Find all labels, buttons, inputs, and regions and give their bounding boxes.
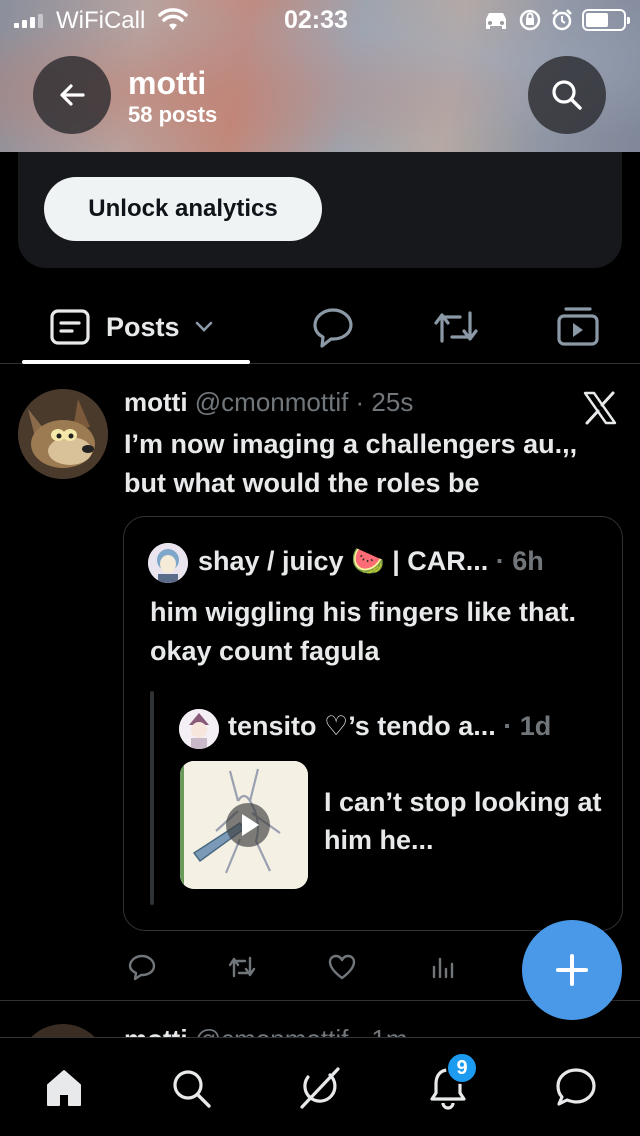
search-icon <box>552 80 582 110</box>
nested-quote-text: I can’t stop looking at him he... <box>324 787 602 855</box>
carrier-label: WiFiCall <box>56 7 146 34</box>
thread-line <box>150 691 154 905</box>
compose-button[interactable] <box>522 920 622 1020</box>
profile-tabs: Posts <box>0 290 640 364</box>
back-button[interactable] <box>33 56 111 134</box>
profile-header: WiFiCall 02:33 motti 58 posts <box>0 0 640 152</box>
anime-avatar-image <box>148 543 188 583</box>
reply-icon <box>313 308 353 348</box>
analytics-card: Unlock analytics <box>18 152 622 268</box>
profile-name: motti <box>128 65 207 101</box>
profile-title: motti 58 posts <box>128 66 217 128</box>
chevron-down-icon <box>195 321 212 332</box>
tab-reposts[interactable] <box>431 302 481 352</box>
active-tab-indicator <box>22 360 250 364</box>
nested-quote-meta: · 1d <box>495 711 552 741</box>
home-icon <box>47 1070 81 1106</box>
repost-icon <box>228 956 256 978</box>
post-count: 58 posts <box>128 102 218 127</box>
messages-icon <box>556 1068 596 1106</box>
nested-quote-avatar[interactable] <box>179 709 219 749</box>
quote-author-name: shay / juicy 🍉 | CAR... <box>198 546 489 576</box>
clock-time: 02:33 <box>284 6 348 34</box>
unlock-analytics-button[interactable]: Unlock analytics <box>44 177 322 241</box>
repost-icon <box>434 311 478 343</box>
nested-quote-author-name: tensito ♡’s tendo a... <box>228 711 496 741</box>
reply-icon <box>128 954 156 981</box>
arrow-left-icon <box>60 84 85 106</box>
post-text: I’m now imaging a challengers au.,, but … <box>124 429 578 498</box>
like-button[interactable] <box>324 949 360 985</box>
avatar[interactable] <box>18 389 108 479</box>
nav-search[interactable] <box>163 1060 219 1116</box>
author-name[interactable]: motti <box>124 387 188 417</box>
quoted-post[interactable]: shay / juicy 🍉 | CAR... · 6h him wigglin… <box>123 516 623 931</box>
post[interactable]: motti @cmonmottif · 25s I’m now imaging … <box>0 365 640 1001</box>
views-icon <box>432 957 454 979</box>
quote-meta: · 6h <box>488 546 544 576</box>
nav-notifications[interactable]: 9 <box>420 1052 478 1116</box>
quote-text: him wiggling his fingers like that. okay… <box>150 597 577 666</box>
coyote-avatar-image <box>18 389 108 479</box>
video-thumbnail-image <box>180 761 308 889</box>
notification-badge: 9 <box>446 1052 478 1084</box>
nav-messages[interactable] <box>548 1060 604 1116</box>
orientation-lock-icon <box>519 9 541 31</box>
tab-replies[interactable] <box>308 302 358 352</box>
quote-header: shay / juicy 🍉 | CAR... · 6h <box>198 545 544 577</box>
tab-media[interactable] <box>553 302 603 352</box>
author-meta: @cmonmottif · 25s <box>194 387 414 417</box>
grok-icon <box>300 1067 340 1109</box>
bottom-nav: 9 <box>0 1037 640 1136</box>
alarm-icon <box>552 9 572 31</box>
battery-icon <box>582 9 630 31</box>
post-header: motti @cmonmottif · 25s <box>124 387 413 418</box>
plus-icon <box>556 954 588 986</box>
reply-button[interactable] <box>124 949 160 985</box>
nav-home[interactable] <box>36 1060 92 1116</box>
character-avatar-image <box>179 709 219 749</box>
wifi-icon <box>158 8 188 39</box>
search-button[interactable] <box>528 56 606 134</box>
search-icon <box>173 1070 211 1108</box>
video-thumbnail[interactable] <box>180 761 308 889</box>
tab-posts-label: Posts <box>106 311 180 342</box>
post-actions <box>124 949 464 989</box>
posts-icon <box>50 309 90 345</box>
views-button[interactable] <box>424 949 460 985</box>
quote-author-avatar[interactable] <box>148 543 188 583</box>
nav-grok[interactable] <box>291 1060 347 1116</box>
status-bar: WiFiCall 02:33 <box>0 0 640 40</box>
tab-posts[interactable]: Posts <box>22 290 250 364</box>
repost-button[interactable] <box>224 949 260 985</box>
nested-quote-header: tensito ♡’s tendo a... · 1d <box>228 711 551 742</box>
media-icon <box>557 307 599 346</box>
car-icon <box>486 13 506 29</box>
signal-icon <box>14 12 43 28</box>
heart-icon <box>328 954 356 980</box>
